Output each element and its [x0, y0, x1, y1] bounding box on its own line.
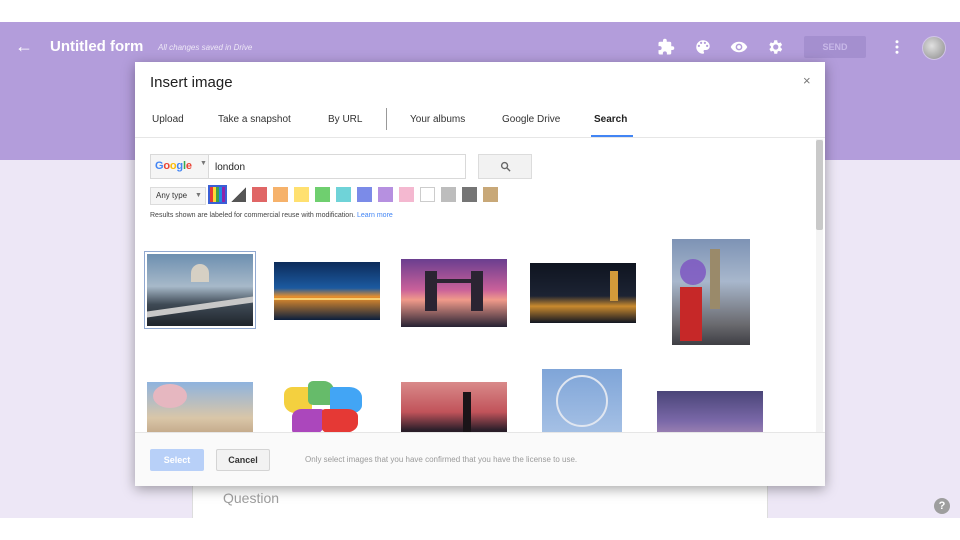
image-type-label: Any type	[156, 191, 188, 200]
color-filter-blue[interactable]	[357, 187, 372, 202]
settings-gear-icon[interactable]	[766, 38, 784, 56]
color-filter-green[interactable]	[315, 187, 330, 202]
tab-google-drive[interactable]: Google Drive	[502, 114, 560, 125]
insert-image-dialog: Insert image × Upload Take a snapshot By…	[135, 62, 825, 486]
search-input[interactable]	[215, 160, 455, 174]
color-filter-full-color[interactable]	[208, 185, 227, 204]
color-filter-red[interactable]	[252, 187, 267, 202]
chevron-down-icon: ▼	[195, 192, 202, 199]
tab-upload[interactable]: Upload	[152, 114, 184, 125]
search-button[interactable]	[478, 154, 532, 179]
cancel-button[interactable]: Cancel	[216, 449, 270, 471]
color-filter-yellow[interactable]	[294, 187, 309, 202]
color-filter-teal[interactable]	[336, 187, 351, 202]
form-title[interactable]: Untitled form	[50, 38, 143, 55]
save-status: All changes saved in Drive	[158, 43, 253, 52]
image-result-london-boroughs-map[interactable]	[274, 379, 369, 432]
image-result-st-pauls-bridge[interactable]	[144, 251, 256, 329]
top-margin	[0, 0, 960, 22]
close-icon[interactable]: ×	[803, 73, 811, 88]
license-reminder: Only select images that you have confirm…	[305, 455, 578, 464]
color-filter-pink[interactable]	[399, 187, 414, 202]
dialog-footer: Select Cancel Only select images that yo…	[135, 432, 825, 486]
dialog-title: Insert image	[150, 74, 233, 91]
tab-take-snapshot[interactable]: Take a snapshot	[218, 114, 291, 125]
more-vert-icon[interactable]	[888, 38, 906, 56]
color-palette-icon[interactable]	[694, 38, 712, 56]
scrollbar-thumb[interactable]	[816, 140, 823, 230]
color-filter-black-white[interactable]	[231, 187, 246, 202]
color-filter-gray[interactable]	[441, 187, 456, 202]
learn-more-link[interactable]: Learn more	[357, 212, 393, 219]
addon-puzzle-icon[interactable]	[657, 38, 675, 56]
image-type-filter[interactable]: Any type ▼	[150, 187, 206, 205]
tab-your-albums[interactable]: Your albums	[410, 114, 465, 125]
chevron-down-icon: ▼	[200, 160, 207, 167]
active-tab-indicator	[591, 135, 633, 137]
color-filter-purple[interactable]	[378, 187, 393, 202]
image-result-big-ben-sunset[interactable]	[401, 382, 507, 432]
image-result-thames-night[interactable]	[274, 262, 380, 320]
tab-divider	[386, 108, 387, 130]
search-results-panel: Google ▼ Any type ▼ Results shown are la…	[135, 139, 825, 432]
search-box: Google ▼	[150, 154, 466, 179]
image-result-tower-bridge[interactable]	[401, 259, 507, 327]
select-button[interactable]: Select	[150, 449, 204, 471]
color-filter-black[interactable]	[462, 187, 477, 202]
tab-search[interactable]: Search	[594, 114, 627, 125]
color-filter-white[interactable]	[420, 187, 435, 202]
image-result-westminster-night[interactable]	[530, 263, 636, 323]
color-filter-orange[interactable]	[273, 187, 288, 202]
search-engine-selector[interactable]: Google ▼	[151, 155, 209, 178]
license-notice: Results shown are labeled for commercial…	[150, 212, 393, 219]
license-notice-text: Results shown are labeled for commercial…	[150, 212, 356, 219]
send-button[interactable]: SEND	[804, 36, 866, 58]
search-icon	[500, 161, 511, 172]
question-title-placeholder[interactable]: Question	[223, 490, 279, 506]
image-result-london-eye[interactable]	[542, 369, 622, 432]
image-result-red-phone-box[interactable]	[672, 239, 750, 345]
preview-eye-icon[interactable]	[730, 38, 748, 56]
user-avatar[interactable]	[922, 36, 946, 60]
help-icon[interactable]: ?	[934, 498, 950, 514]
tab-by-url[interactable]: By URL	[328, 114, 362, 125]
image-source-tabs: Upload Take a snapshot By URL Your album…	[135, 102, 825, 138]
google-logo: Google	[155, 160, 192, 172]
back-arrow-icon[interactable]: ←	[14, 36, 34, 56]
image-result-skyline-dusk[interactable]	[657, 391, 763, 432]
bottom-margin	[0, 518, 960, 540]
image-result-parliament-blossom[interactable]	[147, 382, 253, 432]
color-filter-brown[interactable]	[483, 187, 498, 202]
